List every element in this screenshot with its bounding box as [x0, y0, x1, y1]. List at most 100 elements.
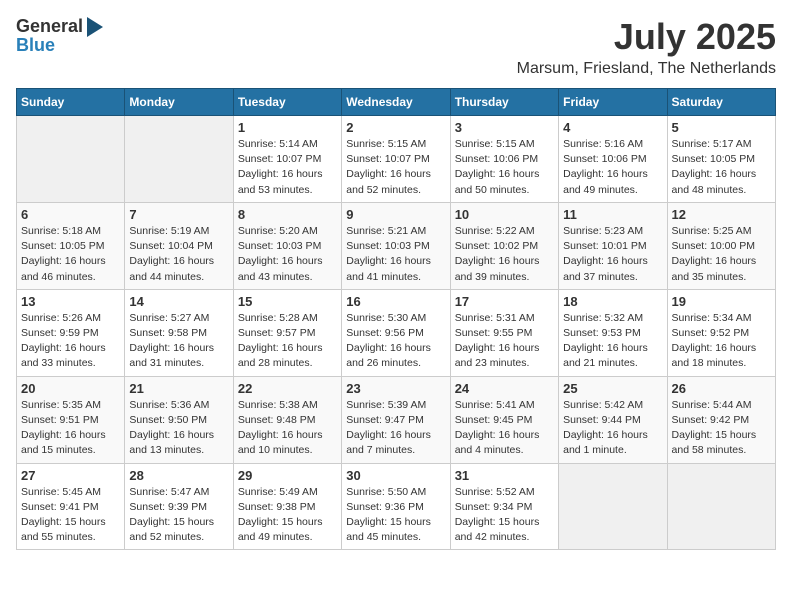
- day-number: 28: [129, 468, 228, 483]
- day-cell: 3 Sunrise: 5:15 AM Sunset: 10:06 PM Dayli…: [450, 116, 558, 203]
- day-info: Sunrise: 5:32 AM Sunset: 9:53 PM Dayligh…: [563, 311, 662, 372]
- day-info: Sunrise: 5:49 AM Sunset: 9:38 PM Dayligh…: [238, 485, 337, 546]
- day-number: 16: [346, 294, 445, 309]
- day-number: 15: [238, 294, 337, 309]
- day-number: 13: [21, 294, 120, 309]
- day-info: Sunrise: 5:14 AM Sunset: 10:07 PM Daylig…: [238, 137, 337, 198]
- day-cell: 4 Sunrise: 5:16 AM Sunset: 10:06 PM Dayli…: [559, 116, 667, 203]
- day-cell: 19 Sunrise: 5:34 AM Sunset: 9:52 PM Dayli…: [667, 289, 775, 376]
- day-cell: 30Sunrise: 5:50 AM Sunset: 9:36 PM Dayli…: [342, 463, 450, 550]
- day-info: Sunrise: 5:22 AM Sunset: 10:02 PM Daylig…: [455, 224, 554, 285]
- location-title: Marsum, Friesland, The Netherlands: [517, 60, 776, 78]
- day-cell: 13 Sunrise: 5:26 AM Sunset: 9:59 PM Dayli…: [17, 289, 125, 376]
- day-info: Sunrise: 5:39 AM Sunset: 9:47 PM Dayligh…: [346, 398, 445, 459]
- day-info: Sunrise: 5:18 AM Sunset: 10:05 PM Daylig…: [21, 224, 120, 285]
- day-number: 9: [346, 207, 445, 222]
- day-cell: 27 Sunrise: 5:45 AM Sunset: 9:41 PM Dayli…: [17, 463, 125, 550]
- page-header: General Blue July 2025 Marsum, Friesland…: [16, 16, 776, 78]
- day-number: 2: [346, 120, 445, 135]
- day-number: 4: [563, 120, 662, 135]
- day-info: Sunrise: 5:30 AM Sunset: 9:56 PM Dayligh…: [346, 311, 445, 372]
- column-header-saturday: Saturday: [667, 89, 775, 116]
- day-cell: 1 Sunrise: 5:14 AM Sunset: 10:07 PM Dayli…: [233, 116, 341, 203]
- day-info: Sunrise: 5:15 AM Sunset: 10:06 PM Daylig…: [455, 137, 554, 198]
- day-number: 10: [455, 207, 554, 222]
- logo: General Blue: [16, 16, 103, 56]
- day-info: Sunrise: 5:16 AM Sunset: 10:06 PM Daylig…: [563, 137, 662, 198]
- day-info: Sunrise: 5:45 AM Sunset: 9:41 PM Dayligh…: [21, 485, 120, 546]
- day-cell: 8Sunrise: 5:20 AM Sunset: 10:03 PM Dayli…: [233, 202, 341, 289]
- day-cell: [667, 463, 775, 550]
- day-cell: 6 Sunrise: 5:18 AM Sunset: 10:05 PM Dayli…: [17, 202, 125, 289]
- day-number: 29: [238, 468, 337, 483]
- day-number: 31: [455, 468, 554, 483]
- month-title: July 2025: [517, 16, 776, 58]
- day-cell: 15Sunrise: 5:28 AM Sunset: 9:57 PM Dayli…: [233, 289, 341, 376]
- day-number: 25: [563, 381, 662, 396]
- day-number: 18: [563, 294, 662, 309]
- column-header-friday: Friday: [559, 89, 667, 116]
- day-number: 1: [238, 120, 337, 135]
- day-info: Sunrise: 5:36 AM Sunset: 9:50 PM Dayligh…: [129, 398, 228, 459]
- header-row: SundayMondayTuesdayWednesdayThursdayFrid…: [17, 89, 776, 116]
- day-number: 3: [455, 120, 554, 135]
- day-info: Sunrise: 5:52 AM Sunset: 9:34 PM Dayligh…: [455, 485, 554, 546]
- day-info: Sunrise: 5:47 AM Sunset: 9:39 PM Dayligh…: [129, 485, 228, 546]
- day-info: Sunrise: 5:26 AM Sunset: 9:59 PM Dayligh…: [21, 311, 120, 372]
- calendar-body: 1 Sunrise: 5:14 AM Sunset: 10:07 PM Dayli…: [17, 116, 776, 550]
- day-info: Sunrise: 5:34 AM Sunset: 9:52 PM Dayligh…: [672, 311, 771, 372]
- day-number: 21: [129, 381, 228, 396]
- day-cell: 24Sunrise: 5:41 AM Sunset: 9:45 PM Dayli…: [450, 376, 558, 463]
- day-info: Sunrise: 5:15 AM Sunset: 10:07 PM Daylig…: [346, 137, 445, 198]
- day-info: Sunrise: 5:44 AM Sunset: 9:42 PM Dayligh…: [672, 398, 771, 459]
- day-number: 6: [21, 207, 120, 222]
- day-cell: 10 Sunrise: 5:22 AM Sunset: 10:02 PM Dayl…: [450, 202, 558, 289]
- day-cell: 20 Sunrise: 5:35 AM Sunset: 9:51 PM Dayli…: [17, 376, 125, 463]
- week-row-2: 6 Sunrise: 5:18 AM Sunset: 10:05 PM Dayli…: [17, 202, 776, 289]
- calendar-table: SundayMondayTuesdayWednesdayThursdayFrid…: [16, 88, 776, 550]
- day-number: 30: [346, 468, 445, 483]
- day-info: Sunrise: 5:35 AM Sunset: 9:51 PM Dayligh…: [21, 398, 120, 459]
- day-info: Sunrise: 5:42 AM Sunset: 9:44 PM Dayligh…: [563, 398, 662, 459]
- day-cell: [17, 116, 125, 203]
- day-number: 23: [346, 381, 445, 396]
- week-row-1: 1 Sunrise: 5:14 AM Sunset: 10:07 PM Dayli…: [17, 116, 776, 203]
- day-cell: 16 Sunrise: 5:30 AM Sunset: 9:56 PM Dayli…: [342, 289, 450, 376]
- day-info: Sunrise: 5:38 AM Sunset: 9:48 PM Dayligh…: [238, 398, 337, 459]
- week-row-5: 27 Sunrise: 5:45 AM Sunset: 9:41 PM Dayli…: [17, 463, 776, 550]
- day-cell: 18 Sunrise: 5:32 AM Sunset: 9:53 PM Dayli…: [559, 289, 667, 376]
- day-cell: 5Sunrise: 5:17 AM Sunset: 10:05 PM Dayli…: [667, 116, 775, 203]
- day-info: Sunrise: 5:20 AM Sunset: 10:03 PM Daylig…: [238, 224, 337, 285]
- day-number: 26: [672, 381, 771, 396]
- day-cell: 26 Sunrise: 5:44 AM Sunset: 9:42 PM Dayli…: [667, 376, 775, 463]
- calendar-header: SundayMondayTuesdayWednesdayThursdayFrid…: [17, 89, 776, 116]
- day-number: 11: [563, 207, 662, 222]
- day-cell: 31 Sunrise: 5:52 AM Sunset: 9:34 PM Dayli…: [450, 463, 558, 550]
- day-info: Sunrise: 5:17 AM Sunset: 10:05 PM Daylig…: [672, 137, 771, 198]
- day-cell: 9Sunrise: 5:21 AM Sunset: 10:03 PM Dayli…: [342, 202, 450, 289]
- column-header-thursday: Thursday: [450, 89, 558, 116]
- day-number: 12: [672, 207, 771, 222]
- day-cell: [559, 463, 667, 550]
- day-number: 19: [672, 294, 771, 309]
- day-cell: 14Sunrise: 5:27 AM Sunset: 9:58 PM Dayli…: [125, 289, 233, 376]
- day-number: 24: [455, 381, 554, 396]
- day-cell: 25 Sunrise: 5:42 AM Sunset: 9:44 PM Dayli…: [559, 376, 667, 463]
- day-info: Sunrise: 5:25 AM Sunset: 10:00 PM Daylig…: [672, 224, 771, 285]
- day-cell: 22Sunrise: 5:38 AM Sunset: 9:48 PM Dayli…: [233, 376, 341, 463]
- column-header-wednesday: Wednesday: [342, 89, 450, 116]
- day-cell: 29 Sunrise: 5:49 AM Sunset: 9:38 PM Dayli…: [233, 463, 341, 550]
- week-row-4: 20 Sunrise: 5:35 AM Sunset: 9:51 PM Dayli…: [17, 376, 776, 463]
- column-header-tuesday: Tuesday: [233, 89, 341, 116]
- day-cell: 28 Sunrise: 5:47 AM Sunset: 9:39 PM Dayli…: [125, 463, 233, 550]
- title-area: July 2025 Marsum, Friesland, The Netherl…: [517, 16, 776, 78]
- day-info: Sunrise: 5:19 AM Sunset: 10:04 PM Daylig…: [129, 224, 228, 285]
- day-info: Sunrise: 5:31 AM Sunset: 9:55 PM Dayligh…: [455, 311, 554, 372]
- day-cell: 12 Sunrise: 5:25 AM Sunset: 10:00 PM Dayl…: [667, 202, 775, 289]
- logo-arrow-icon: [87, 17, 103, 37]
- day-number: 27: [21, 468, 120, 483]
- day-info: Sunrise: 5:23 AM Sunset: 10:01 PM Daylig…: [563, 224, 662, 285]
- day-cell: 17Sunrise: 5:31 AM Sunset: 9:55 PM Dayli…: [450, 289, 558, 376]
- day-cell: 11 Sunrise: 5:23 AM Sunset: 10:01 PM Dayl…: [559, 202, 667, 289]
- day-number: 20: [21, 381, 120, 396]
